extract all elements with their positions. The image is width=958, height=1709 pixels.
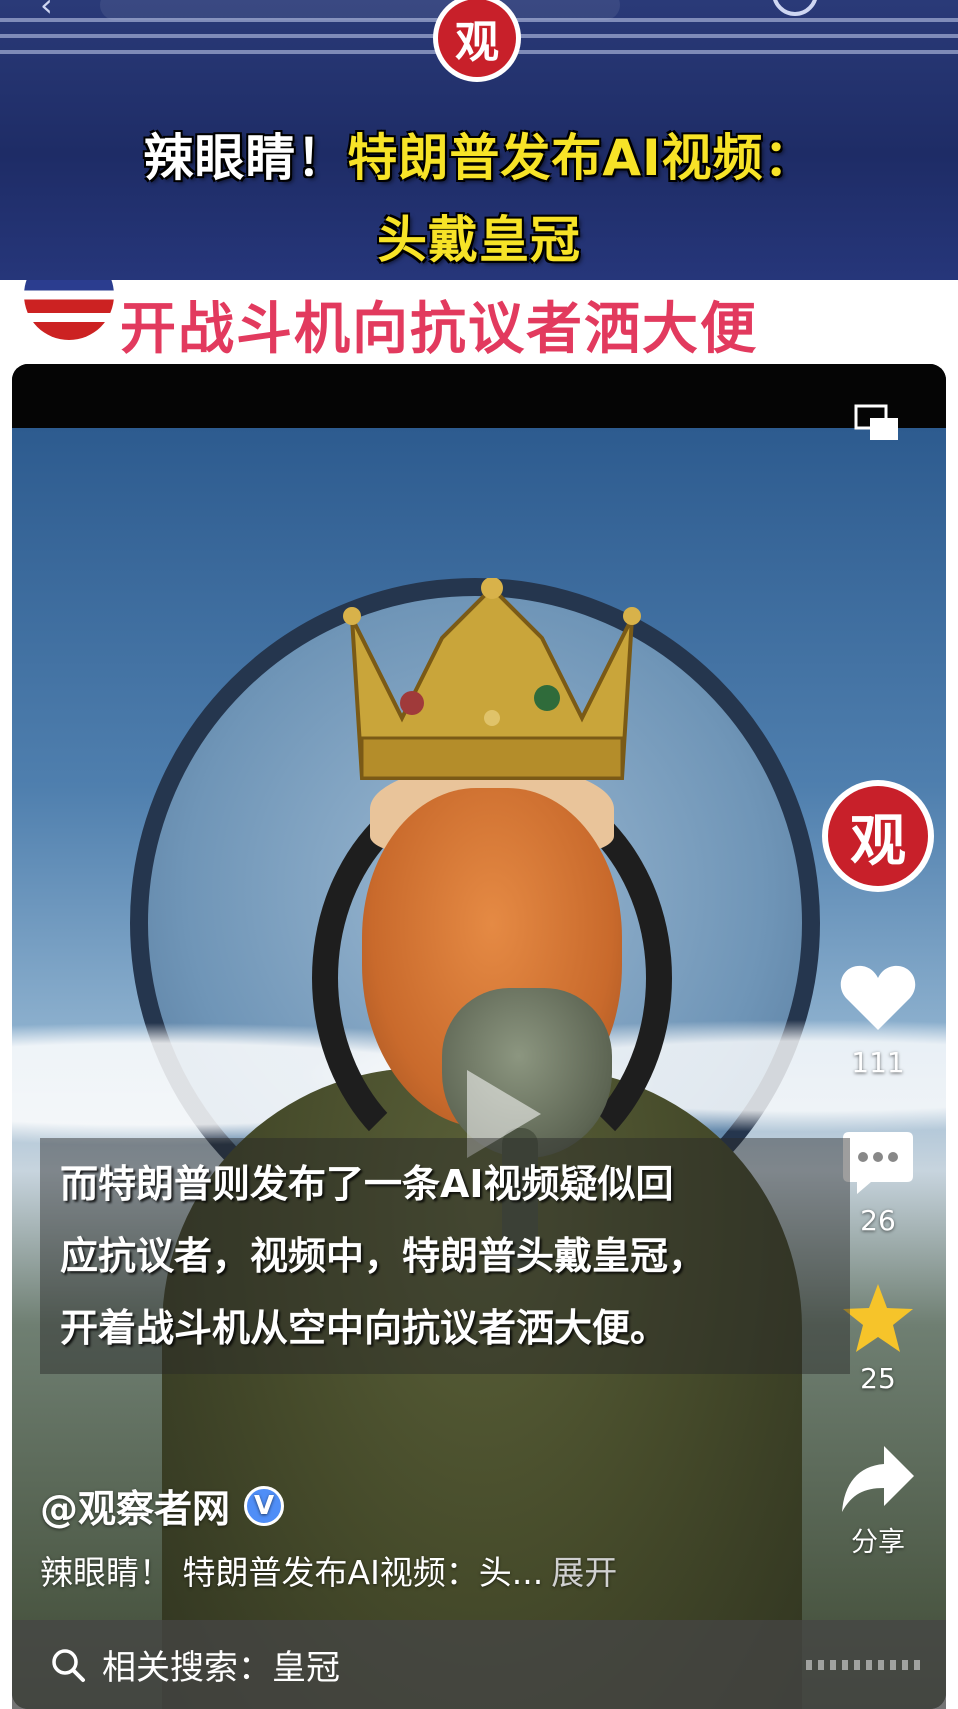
- subtitle-text: 开战斗机向抗议者洒大便: [120, 297, 758, 360]
- caption-line: 而特朗普则发布了一条AI视频疑似回: [60, 1162, 674, 1206]
- headline-line-1: 辣眼睛！特朗普发布AI视频：: [0, 118, 958, 190]
- author-avatar-char: 观: [828, 786, 928, 886]
- description-text: 辣眼睛！ 特朗普发布AI视频：头...: [40, 1553, 544, 1592]
- guancha-logo-char: 观: [438, 0, 516, 77]
- like-button[interactable]: 111: [828, 964, 928, 1079]
- flag-avatar: [24, 280, 114, 340]
- header-banner: ‹ 观 辣眼睛！特朗普发布AI视频： 头戴皇冠: [0, 0, 958, 280]
- comment-icon: [843, 1132, 913, 1194]
- heart-icon: [840, 965, 916, 1030]
- headline-line-2: 头戴皇冠: [377, 211, 581, 269]
- author-avatar-logo[interactable]: 观: [822, 780, 934, 892]
- like-count: 111: [851, 1046, 905, 1079]
- verified-badge-icon: V: [244, 1485, 285, 1526]
- headline-white-text: 辣眼睛！: [143, 129, 348, 187]
- picture-in-picture-icon[interactable]: [854, 404, 900, 442]
- star-icon: [843, 1284, 913, 1352]
- video-caption: 而特朗普则发布了一条AI视频疑似回 应抗议者，视频中，特朗普头戴皇冠， 开着战斗…: [40, 1138, 850, 1374]
- status-bar-pill: [100, 0, 620, 20]
- crown-icon: [343, 578, 641, 780]
- related-search-label[interactable]: 相关搜索：皇冠: [102, 1640, 340, 1689]
- expand-link[interactable]: 展开: [551, 1553, 617, 1592]
- share-button[interactable]: 分享: [828, 1444, 928, 1559]
- author-handle[interactable]: @观察者网: [40, 1478, 230, 1533]
- share-arrow-icon: [842, 1446, 914, 1512]
- subtitle-strip: 开战斗机向抗议者洒大便: [0, 280, 958, 360]
- related-search-bar[interactable]: 相关搜索：皇冠: [12, 1620, 946, 1709]
- share-label: 分享: [851, 1527, 905, 1558]
- more-circle-icon[interactable]: [772, 0, 818, 16]
- watermark-dots: [806, 1660, 926, 1670]
- video-description: 辣眼睛！ 特朗普发布AI视频：头... 展开: [40, 1546, 617, 1594]
- author-name[interactable]: @观察者网 V: [40, 1478, 285, 1533]
- caption-line: 应抗议者，视频中，特朗普头戴皇冠，: [60, 1234, 707, 1278]
- video-top-bar: [12, 364, 946, 428]
- guancha-logo: 观: [433, 0, 521, 82]
- search-icon: [52, 1648, 85, 1682]
- caption-line: 开着战斗机从空中向抗议者洒大便。: [60, 1306, 669, 1350]
- headline-yellow-text: 特朗普发布AI视频：: [347, 129, 815, 187]
